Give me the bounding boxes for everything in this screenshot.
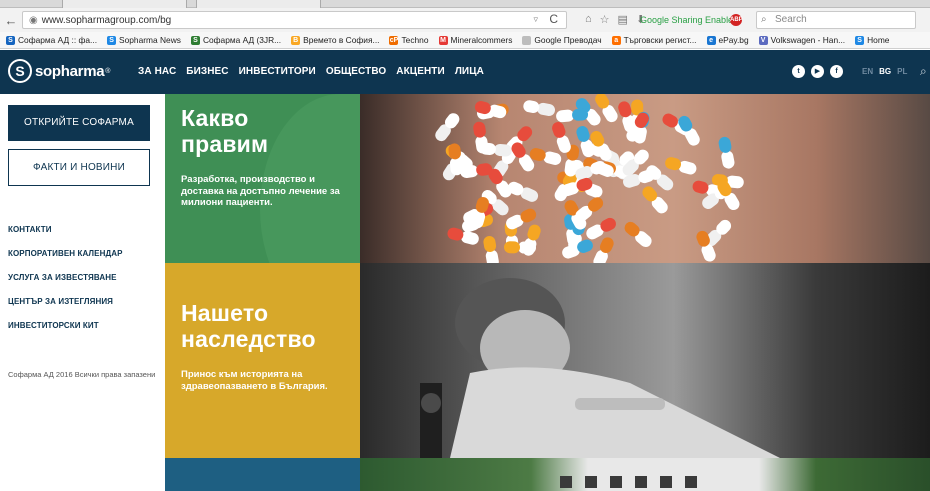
bookmark-label: Volkswagen - Han... — [770, 35, 846, 45]
sidebar: ОТКРИЙТЕ СОФАРМА ФАКТИ И НОВИНИ КОНТАКТИ… — [0, 94, 165, 491]
bookmark-item[interactable]: a Търговски регист... — [611, 35, 697, 45]
youtube-icon[interactable]: ▶ — [811, 65, 824, 78]
bookmark-label: Home — [867, 35, 890, 45]
bookmark-label: Google Преводач — [534, 35, 602, 45]
bookmark-favicon-icon: S — [6, 35, 15, 45]
nav-item-highlights[interactable]: АКЦЕНТИ — [396, 66, 445, 77]
bookmark-label: Techno — [401, 35, 429, 45]
bookmark-favicon-icon: S — [107, 35, 117, 45]
nav-item-about[interactable]: ЗА НАС — [138, 66, 176, 77]
what-we-do-title-line2: правим — [181, 131, 269, 157]
bookmark-favicon-icon: B — [291, 35, 301, 45]
social-links: t ▶ f — [792, 65, 843, 78]
twitter-icon[interactable]: t — [792, 65, 805, 78]
bookmark-favicon-icon: S — [190, 35, 200, 45]
search-icon: ⌕ — [761, 14, 767, 25]
adblock-icon[interactable]: ABP — [730, 14, 743, 26]
bookmark-favicon-icon: S — [855, 35, 865, 45]
registered-icon: ® — [105, 67, 111, 75]
bookmark-label: Софарма АД (3JR... — [202, 35, 282, 45]
site-header: S sopharma ® ЗА НАС БИЗНЕС ИНВЕСТИТОРИ ОБ… — [0, 50, 930, 94]
bookmark-item[interactable]: M Mineralcommers — [438, 35, 513, 45]
url-text: www.sopharmagroup.com/bg — [41, 14, 172, 26]
sidebar-links: КОНТАКТИ КОРПОРАТИВЕН КАЛЕНДАР УСЛУГА ЗА… — [8, 225, 123, 345]
bookmark-item[interactable]: S Софарма АД (3JR... — [190, 35, 282, 45]
bookmark-item[interactable]: V Volkswagen - Han... — [758, 35, 846, 45]
lang-pl[interactable]: PL — [897, 67, 907, 76]
logo-mark-icon: S — [8, 59, 32, 83]
bookmark-item[interactable]: Google Преводач — [522, 35, 602, 45]
url-dropdown-icon[interactable]: ▿ — [533, 14, 538, 25]
sidebar-link-investor-kit[interactable]: ИНВЕСТИТОРСКИ КИТ — [8, 321, 123, 345]
building-photo[interactable] — [360, 458, 930, 491]
pills-photo[interactable] — [360, 94, 930, 263]
what-we-do-title-line1: Какво — [181, 105, 249, 131]
nav-item-business[interactable]: БИЗНЕС — [186, 66, 228, 77]
bookmark-favicon-icon: M — [438, 35, 448, 45]
copyright-text: Софарма АД 2016 Всички права запазени — [8, 370, 156, 379]
bookmark-label: Mineralcommers — [450, 35, 513, 45]
bookmark-label: Sopharma News — [119, 35, 181, 45]
lang-en[interactable]: EN — [862, 67, 873, 76]
bookmark-star-icon[interactable]: ☆ — [600, 13, 610, 26]
bookmark-item[interactable]: B Времето в София... — [291, 35, 379, 45]
heritage-subtitle: Принос към историята на здравеопазването… — [181, 369, 328, 392]
bookmark-item[interactable]: S Софарма АД :: фа... — [6, 35, 97, 45]
search-placeholder: Search — [775, 14, 807, 25]
site-search-icon[interactable]: ⌕ — [920, 64, 927, 79]
next-tile[interactable] — [165, 458, 360, 491]
heritage-title-line2: наследство — [181, 326, 316, 352]
reload-icon[interactable]: C — [549, 12, 558, 26]
pills-illustration — [435, 94, 744, 263]
nav-item-investors[interactable]: ИНВЕСТИТОРИ — [239, 66, 316, 77]
bookmarks-bar: S Софарма АД :: фа... S Sopharma News S Софар… — [0, 32, 930, 49]
bookmark-item[interactable]: S Home — [855, 35, 889, 45]
sopharma-logo[interactable]: S sopharma ® — [8, 59, 110, 83]
heritage-tile[interactable]: Нашето наследство Принос към историята н… — [165, 263, 360, 458]
lang-bg[interactable]: BG — [879, 67, 891, 76]
globe-icon: ◉ — [29, 14, 38, 26]
sidebar-link-calendar[interactable]: КОРПОРАТИВЕН КАЛЕНДАР — [8, 249, 123, 273]
browser-tab[interactable] — [62, 0, 187, 8]
google-sharing-status[interactable]: Google Sharing Enabled — [640, 15, 738, 25]
bookmark-item[interactable]: e ePay.bg — [706, 35, 749, 45]
nav-item-society[interactable]: ОБЩЕСТВО — [326, 66, 386, 77]
what-we-do-tile[interactable]: Какво правим Разработка, производство и … — [165, 94, 360, 263]
browser-navbar: ← ◉ www.sopharmagroup.com/bg ▿ C ⌂ ☆ ▤ ⬇… — [0, 8, 930, 32]
scientist-illustration — [420, 278, 780, 458]
bookmark-item[interactable]: S Sopharma News — [107, 35, 181, 45]
sidebar-link-notifications[interactable]: УСЛУГА ЗА ИЗВЕСТЯВАНЕ — [8, 273, 123, 297]
url-bar[interactable]: ◉ www.sopharmagroup.com/bg ▿ C — [22, 11, 567, 29]
logo-text: sopharma — [35, 62, 105, 80]
clipboard-icon[interactable]: ▤ — [618, 13, 628, 26]
bookmark-favicon-icon: e — [706, 35, 716, 45]
bookmark-label: Софарма АД :: фа... — [18, 35, 98, 45]
browser-tabstrip — [0, 0, 930, 8]
sidebar-link-contacts[interactable]: КОНТАКТИ — [8, 225, 123, 249]
search-input[interactable]: ⌕ Search — [756, 11, 916, 29]
bookmark-label: Времето в София... — [303, 35, 380, 45]
browser-tab[interactable] — [196, 0, 321, 8]
back-arrow-icon[interactable]: ← — [0, 13, 22, 28]
bookmark-label: Търговски регист... — [623, 35, 697, 45]
bookmark-favicon-icon: cP — [389, 35, 399, 45]
home-icon[interactable]: ⌂ — [585, 13, 592, 26]
bookmark-favicon-icon: V — [758, 35, 768, 45]
bookmark-favicon-icon: a — [611, 35, 621, 45]
scientist-photo[interactable] — [360, 263, 930, 458]
what-we-do-subtitle: Разработка, производство и доставка на д… — [181, 174, 340, 208]
main-nav: ЗА НАС БИЗНЕС ИНВЕСТИТОРИ ОБЩЕСТВО АКЦЕН… — [138, 66, 484, 77]
bookmark-label: ePay.bg — [718, 35, 749, 45]
facts-news-button[interactable]: ФАКТИ И НОВИНИ — [8, 149, 150, 186]
sidebar-link-downloads[interactable]: ЦЕНТЪР ЗА ИЗТЕГЛЯНИЯ — [8, 297, 123, 321]
facebook-icon[interactable]: f — [830, 65, 843, 78]
discover-sopharma-button[interactable]: ОТКРИЙТЕ СОФАРМА — [8, 105, 150, 141]
heritage-title-line1: Нашето — [181, 300, 269, 326]
bookmark-favicon-icon — [522, 35, 532, 45]
nav-item-people[interactable]: ЛИЦА — [455, 66, 484, 77]
bookmark-item[interactable]: cP Techno — [389, 35, 429, 45]
language-switcher: EN BG PL — [862, 67, 907, 76]
